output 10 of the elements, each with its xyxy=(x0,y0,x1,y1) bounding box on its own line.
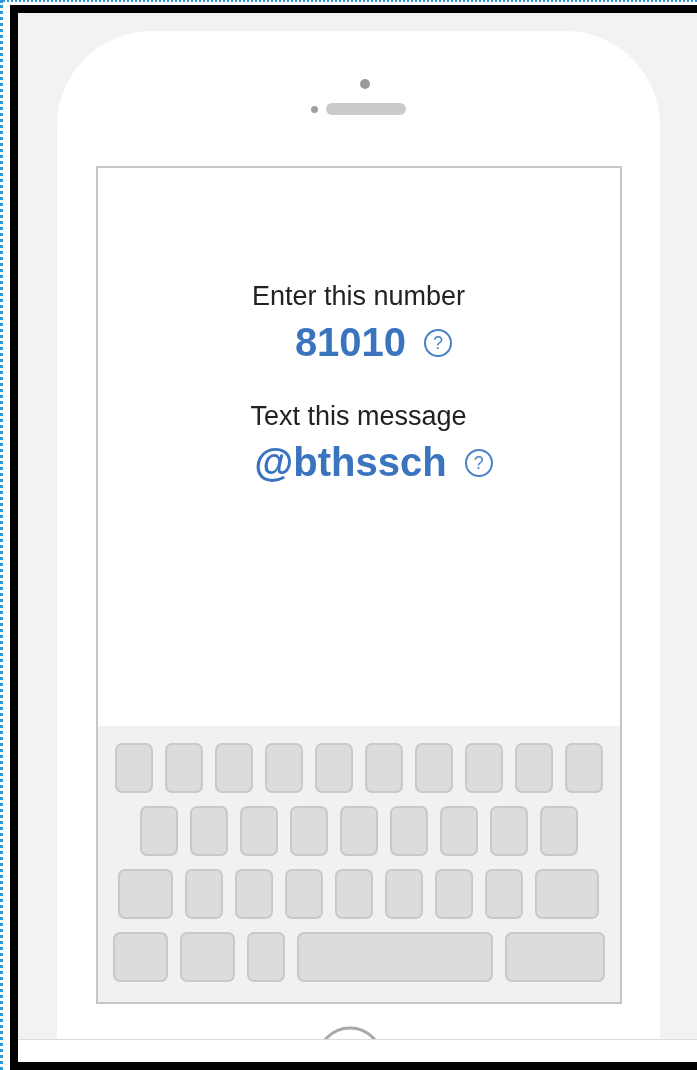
code-text: @bthssch xyxy=(254,440,447,485)
home-button-icon xyxy=(324,1025,376,1039)
sensor-icon xyxy=(311,105,318,113)
instruction-text: Enter this number xyxy=(251,281,466,312)
speaker-icon xyxy=(326,103,406,115)
help-icon[interactable]: ? xyxy=(464,448,493,477)
camera-icon xyxy=(359,79,370,89)
instruction-text: Text this message xyxy=(250,401,467,432)
help-icon[interactable]: ? xyxy=(424,328,453,357)
code-text: 81010 xyxy=(294,320,407,365)
